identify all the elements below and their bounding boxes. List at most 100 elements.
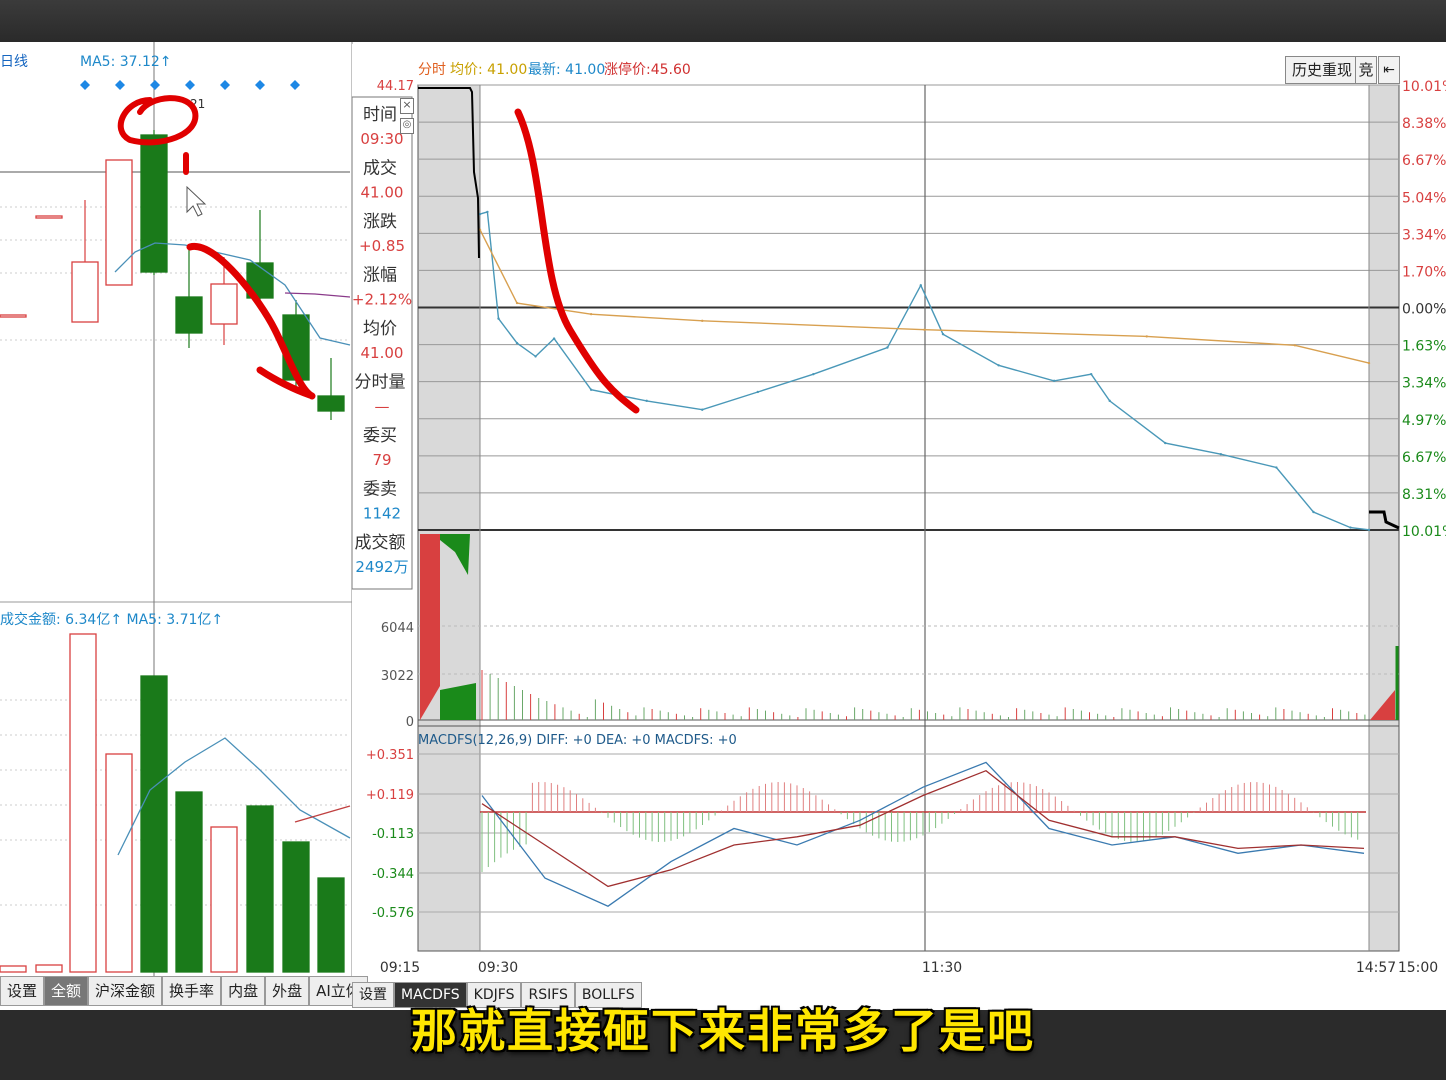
time-tick-3: 14:57: [1356, 960, 1396, 976]
event-diamond-1: [115, 80, 125, 90]
macd-y-tick-1: +0.119: [366, 788, 414, 803]
right-pct-tick-7: 1.63%: [1402, 339, 1446, 355]
info-key-6: 委买: [363, 426, 397, 446]
series-point-最新-13: [941, 332, 945, 336]
intraday-panel-bg: [352, 44, 1446, 976]
volume-bar-5: [175, 791, 203, 973]
event-diamond-6: [290, 80, 300, 90]
pre-open-shade: [418, 85, 480, 951]
series-point-均价-1: [515, 301, 519, 305]
auction-button[interactable]: 竞: [1355, 56, 1377, 84]
info-val-1: 41.00: [361, 184, 404, 202]
series-point-最新-22: [1349, 526, 1352, 529]
right-pct-tick-0: 10.01%: [1402, 79, 1446, 95]
info-val-3: +2.12%: [352, 291, 412, 309]
series-point-最新-10: [812, 372, 815, 376]
info-key-4: 均价: [363, 319, 397, 339]
time-tick-1: 09:30: [478, 960, 518, 976]
volume-ma10-line: [294, 805, 351, 823]
history-replay-button[interactable]: 历史重现: [1285, 56, 1360, 84]
info-key-0: 时间: [363, 105, 397, 125]
right-pct-tick-1: 8.38%: [1402, 116, 1446, 132]
info-val-5: —: [375, 398, 390, 416]
stock-chart-canvas: 日线 MA5: 37.12↑21成交金额: 6.34亿↑ MA5: 3.71亿↑分…: [0, 42, 1446, 976]
info-key-7: 委卖: [363, 480, 397, 500]
right-pct-tick-5: 1.70%: [1402, 264, 1446, 280]
info-key-2: 涨跌: [363, 212, 397, 232]
info-val-8: 2492万: [355, 558, 408, 576]
series-point-最新-20: [1275, 466, 1278, 469]
event-diamond-3: [185, 80, 195, 90]
left-price-tick: 44.17: [377, 79, 414, 94]
right-pct-tick-9: 4.97%: [1402, 413, 1446, 429]
volume-bar-1: [35, 964, 63, 973]
time-tick-2: 11:30: [922, 960, 962, 976]
back-arrow-icon[interactable]: ⇤: [1378, 56, 1400, 84]
header-fenshi: 分时: [418, 62, 446, 78]
header-last-price: 最新: 41.00: [528, 62, 605, 78]
daily-line-label: 日线: [0, 54, 28, 70]
series-point-最新-19: [1219, 453, 1223, 456]
series-point-最新-1: [486, 210, 489, 214]
event-diamond-2: [150, 80, 160, 90]
series-point-最新-7: [645, 399, 648, 403]
right-pct-tick-2: 6.67%: [1402, 153, 1446, 169]
kline-candle-4: [140, 134, 168, 273]
kline-candle-1: [35, 215, 63, 219]
time-tick-4: 15:00: [1398, 960, 1438, 976]
volume-y-tick-1: 3022: [381, 669, 414, 684]
ma5-label: MA5: 37.12↑: [80, 54, 172, 70]
series-point-最新-16: [1089, 372, 1093, 376]
series-point-最新-18: [1164, 441, 1167, 445]
series-point-最新-14: [997, 364, 1000, 367]
close-icon[interactable]: ×: [400, 98, 414, 114]
volume-bar-4: [140, 675, 168, 973]
info-key-3: 涨幅: [363, 266, 397, 286]
series-point-最新-11: [886, 346, 889, 349]
series-point-最新-15: [1052, 379, 1056, 383]
right-pct-tick-6: 0.00%: [1402, 302, 1446, 318]
settings-icon[interactable]: ◎: [400, 118, 414, 134]
right-pct-tick-3: 5.04%: [1402, 190, 1446, 206]
event-diamond-5: [255, 80, 265, 90]
info-val-2: +0.85: [359, 237, 405, 255]
volume-bar-2: [69, 633, 97, 973]
video-subtitle: 那就直接砸下来非常多了是吧: [411, 1004, 1035, 1058]
info-val-6: 79: [372, 451, 391, 469]
series-point-最新-6: [589, 388, 593, 391]
info-val-4: 41.00: [361, 344, 404, 362]
series-point-均价-3: [701, 319, 704, 323]
header-avg-price: 均价: 41.00: [450, 62, 527, 78]
series-point-均价-4: [923, 328, 926, 331]
volume-bar-7: [246, 805, 274, 973]
macd-y-tick-3: -0.344: [372, 867, 414, 882]
series-point-最新-4: [534, 355, 537, 358]
series-point-最新-5: [552, 337, 556, 340]
right-pct-tick-4: 3.34%: [1402, 227, 1446, 243]
macd-y-tick-0: +0.351: [366, 748, 414, 763]
series-point-最新-17: [1108, 399, 1111, 403]
series-point-最新-2: [497, 317, 500, 320]
volume-bar-9: [317, 877, 345, 973]
kline-candle-9: [317, 395, 345, 412]
info-key-5: 分时量: [355, 373, 406, 393]
header-limit-up: 涨停价:45.60: [604, 61, 691, 78]
series-point-均价-5: [1145, 335, 1148, 338]
time-tick-0: 09:15: [380, 960, 420, 976]
kline-candle-6: [210, 283, 238, 325]
event-diamond-4: [220, 80, 230, 90]
series-point-最新-21: [1312, 510, 1315, 514]
event-diamond-0: [80, 80, 90, 90]
info-val-0: 09:30: [360, 130, 403, 148]
volume-amount-label: 成交金额: 6.34亿↑ MA5: 3.71亿↑: [0, 611, 223, 628]
right-pct-tick-11: 8.31%: [1402, 487, 1446, 503]
series-point-最新-3: [515, 341, 519, 345]
series-point-最新-12: [919, 284, 922, 287]
volume-y-tick-0: 6044: [381, 621, 414, 636]
kline-candle-0: [0, 314, 27, 318]
series-point-均价-7: [1367, 361, 1371, 365]
info-val-7: 1142: [363, 505, 401, 523]
volume-bar-6: [210, 826, 238, 973]
kline-candle-5: [175, 296, 203, 334]
kline-candle-2: [71, 261, 99, 323]
